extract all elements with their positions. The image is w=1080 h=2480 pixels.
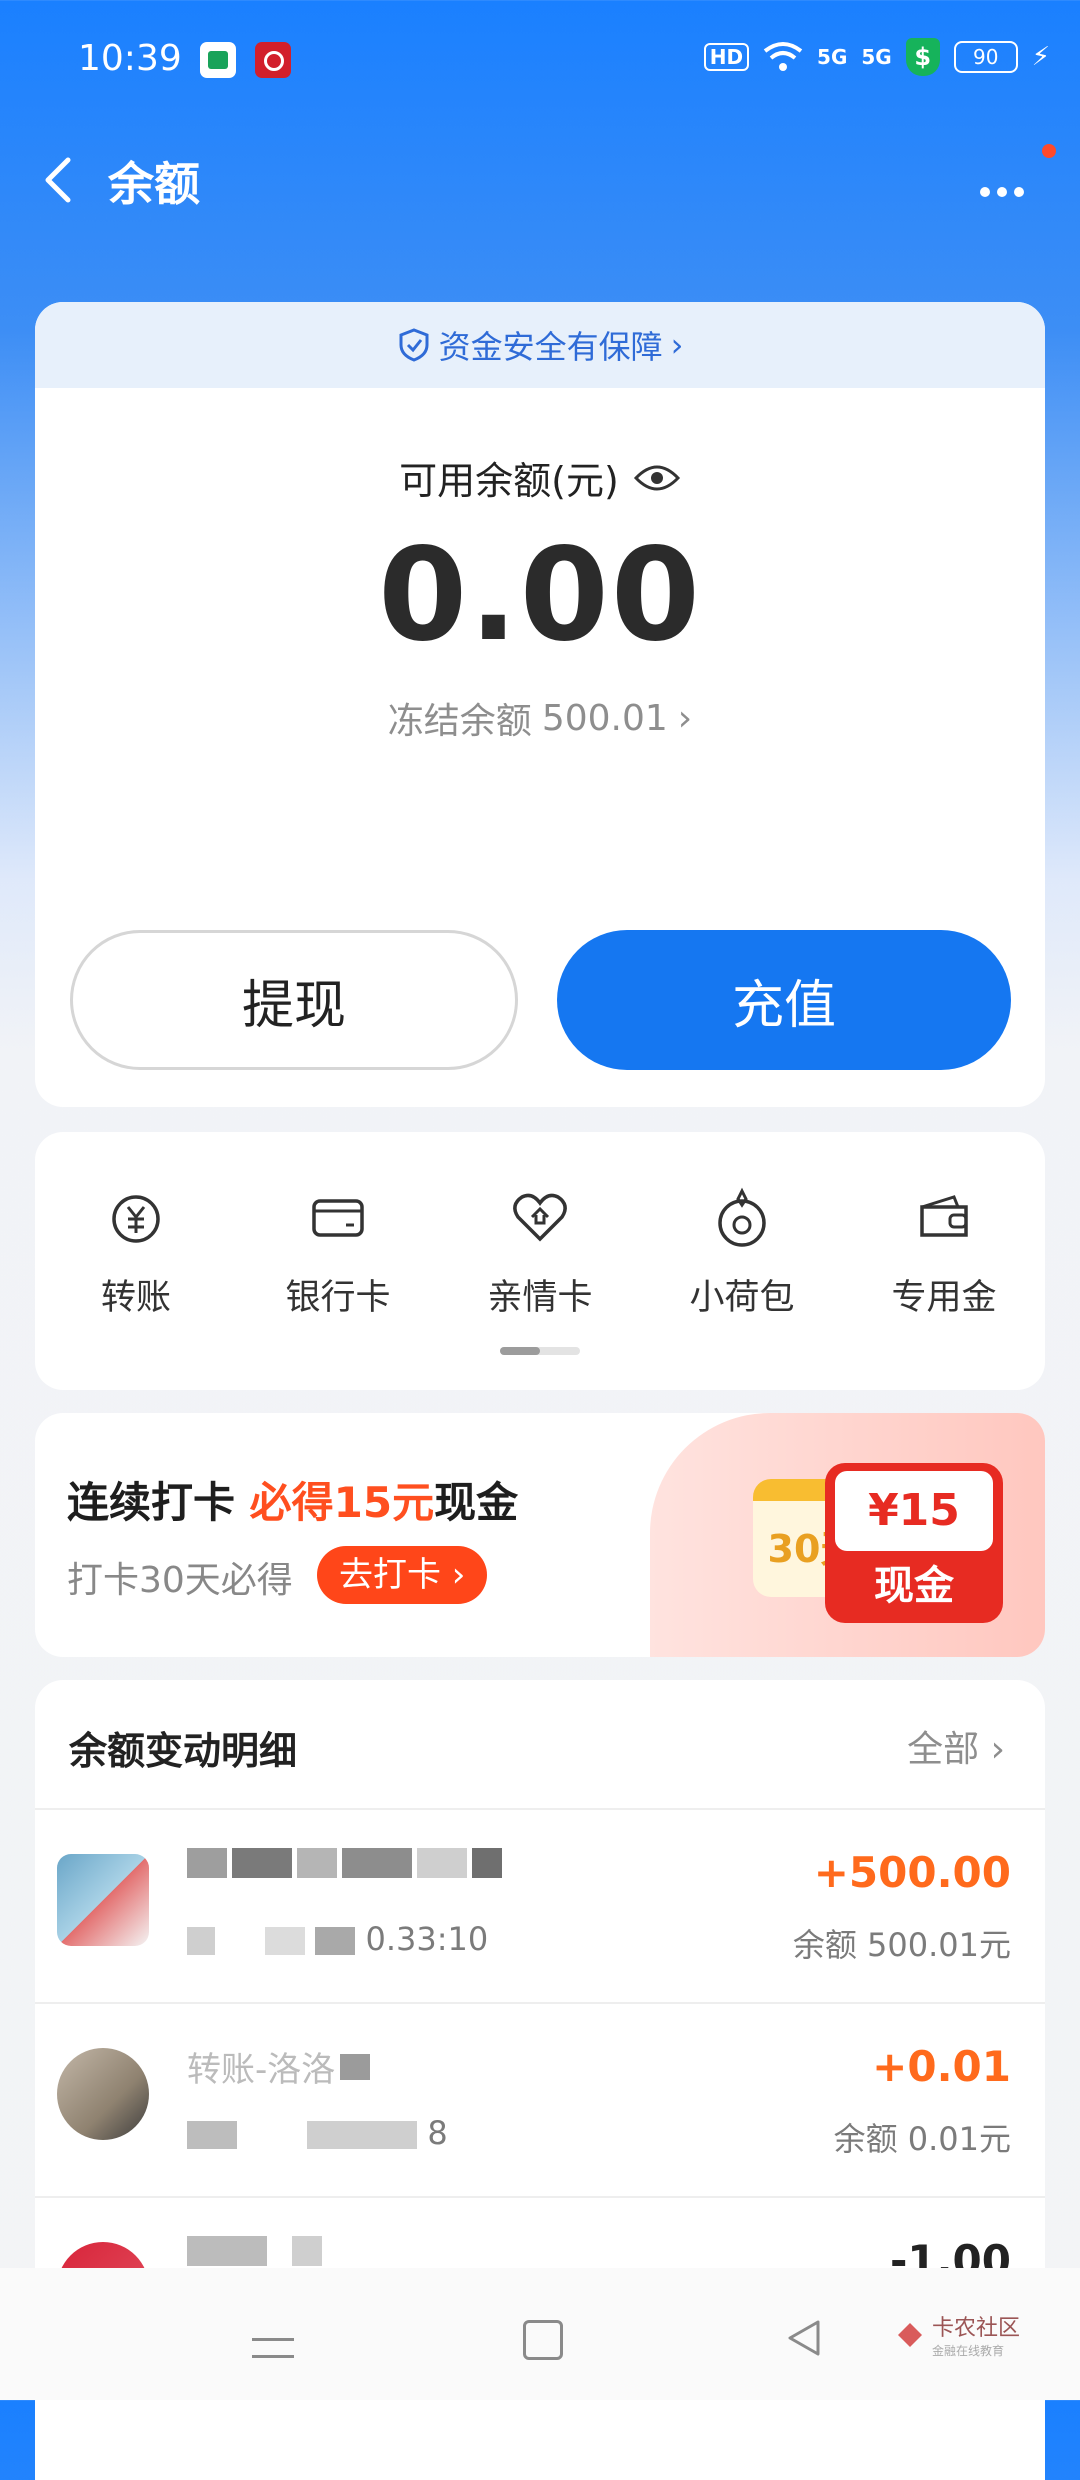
hd-icon: HD bbox=[703, 43, 750, 71]
check-in-promo-banner[interactable]: 连续打卡 必得15元现金 打卡30天必得 去打卡 › 30天 ¥15 现金 bbox=[35, 1413, 1045, 1657]
family-card-icon bbox=[513, 1193, 567, 1242]
chevron-right-icon: › bbox=[677, 697, 693, 739]
shield-check-icon bbox=[399, 328, 429, 362]
history-row[interactable]: 0.33:10 +500.00 余额 500.01元 bbox=[35, 1810, 1045, 2004]
wallet-icon bbox=[920, 1195, 968, 1237]
frozen-balance-label: 冻结余额 bbox=[387, 701, 532, 742]
promo-title-prefix: 连续打卡 bbox=[67, 1478, 236, 1527]
balance-card: 资金安全有保障 › 可用余额(元) 0.00 冻结余额 500.01 › 提现 … bbox=[35, 302, 1045, 1107]
back-nav-button[interactable] bbox=[784, 2318, 824, 2358]
transaction-amount: +0.01 bbox=[872, 2042, 1011, 2091]
view-all-label: 全部 bbox=[907, 1729, 980, 1770]
transaction-name-masked bbox=[187, 1848, 567, 1892]
promo-title-highlight: 必得15元 bbox=[249, 1478, 435, 1527]
status-time: 10:39 bbox=[78, 38, 182, 79]
security-shield-icon: $ bbox=[905, 38, 940, 76]
transaction-avatar bbox=[57, 2048, 149, 2140]
bank-card-icon bbox=[312, 1199, 364, 1237]
signal-1-icon: 5G bbox=[817, 45, 848, 69]
cash-amount: ¥15 bbox=[835, 1471, 993, 1551]
frozen-balance-link[interactable]: 冻结余额 500.01 › bbox=[35, 692, 1045, 744]
more-icon[interactable] bbox=[970, 152, 1040, 212]
watermark-subtitle: 金融在线教育 bbox=[931, 2344, 1004, 2358]
scroll-indicator bbox=[500, 1347, 580, 1355]
recharge-button[interactable]: 充值 bbox=[557, 930, 1011, 1070]
system-navigation-bar: 卡农社区 金融在线教育 bbox=[0, 2268, 1080, 2400]
transaction-balance: 余额 0.01元 bbox=[833, 2120, 1011, 2158]
history-header: 余额变动明细 全部 › bbox=[35, 1680, 1045, 1810]
quick-action-dedicated-fund[interactable]: 专用金 bbox=[854, 1187, 1034, 1320]
quick-action-label: 小荷包 bbox=[689, 1278, 795, 1318]
security-banner[interactable]: 资金安全有保障 › bbox=[35, 302, 1045, 388]
quick-action-label: 亲情卡 bbox=[487, 1278, 593, 1318]
transaction-time-text: 0.33:10 bbox=[365, 1920, 489, 1958]
bank-app-icon bbox=[255, 42, 291, 78]
top-header: 余额 bbox=[0, 130, 1080, 230]
signal-2-icon: 5G bbox=[861, 45, 892, 69]
security-text: 资金安全有保障 bbox=[438, 328, 663, 366]
page-title: 余额 bbox=[108, 157, 200, 211]
quick-action-small-purse[interactable]: 小荷包 bbox=[652, 1187, 832, 1320]
status-bar: 10:39 HD 5G 5G $ 90 ⚡ bbox=[0, 0, 1080, 120]
back-icon[interactable] bbox=[30, 150, 90, 210]
cash-label: 现金 bbox=[874, 1563, 954, 1609]
cash-reward-badge: ¥15 现金 bbox=[825, 1463, 1003, 1623]
watermark-logo-icon bbox=[897, 2322, 922, 2347]
transaction-name-masked: 转账-洛洛 bbox=[187, 2042, 567, 2090]
small-purse-icon bbox=[718, 1187, 766, 1247]
available-balance-label-row: 可用余额(元) bbox=[35, 450, 1045, 505]
transaction-amount: +500.00 bbox=[813, 1848, 1011, 1897]
transfer-icon bbox=[112, 1195, 160, 1243]
promo-subtitle: 打卡30天必得 bbox=[67, 1560, 293, 1601]
check-in-button-label: 去打卡 bbox=[339, 1555, 441, 1595]
transaction-name-text: 转账-洛洛 bbox=[187, 2050, 336, 2090]
available-balance-amount: 0.00 bbox=[378, 521, 702, 670]
transaction-time-text: 8 bbox=[427, 2114, 448, 2152]
notification-dot bbox=[1042, 144, 1056, 158]
quick-action-label: 专用金 bbox=[891, 1278, 997, 1318]
check-in-button[interactable]: 去打卡 › bbox=[317, 1546, 488, 1604]
transaction-balance: 余额 500.01元 bbox=[792, 1926, 1011, 1964]
history-title: 余额变动明细 bbox=[69, 1729, 298, 1773]
quick-actions-card: 转账 银行卡 亲情卡 小荷包 专用金 bbox=[35, 1132, 1045, 1390]
home-nav-button[interactable] bbox=[523, 2320, 563, 2360]
history-row[interactable]: 转账-洛洛 8 +0.01 余额 0.01元 bbox=[35, 2004, 1045, 2198]
watermark: 卡农社区 金融在线教育 bbox=[894, 2310, 1020, 2359]
promo-title: 连续打卡 必得15元现金 bbox=[67, 1469, 518, 1530]
quick-action-label: 银行卡 bbox=[285, 1278, 391, 1318]
view-all-link[interactable]: 全部 › bbox=[907, 1720, 1005, 1772]
watermark-title: 卡农社区 bbox=[931, 2316, 1020, 2341]
wifi-icon bbox=[763, 42, 803, 71]
transaction-time: 8 bbox=[187, 2114, 527, 2154]
quick-action-family-card[interactable]: 亲情卡 bbox=[450, 1187, 630, 1320]
chevron-right-icon: › bbox=[670, 326, 684, 364]
charging-icon: ⚡ bbox=[1031, 42, 1050, 72]
quick-action-label: 转账 bbox=[100, 1278, 171, 1318]
eye-icon[interactable] bbox=[633, 462, 681, 494]
transaction-avatar bbox=[57, 1854, 149, 1946]
battery-icon: 90 bbox=[953, 41, 1018, 73]
quick-action-transfer[interactable]: 转账 bbox=[46, 1187, 226, 1320]
available-balance-label: 可用余额(元) bbox=[399, 459, 619, 503]
transaction-time: 0.33:10 bbox=[187, 1920, 527, 1960]
quick-action-bank-card[interactable]: 银行卡 bbox=[248, 1187, 428, 1320]
menu-nav-button[interactable] bbox=[252, 2338, 294, 2358]
frozen-balance-amount: 500.01 bbox=[541, 697, 668, 739]
postal-app-icon bbox=[200, 42, 236, 78]
withdraw-button[interactable]: 提现 bbox=[70, 930, 518, 1070]
promo-title-suffix: 现金 bbox=[434, 1478, 519, 1527]
